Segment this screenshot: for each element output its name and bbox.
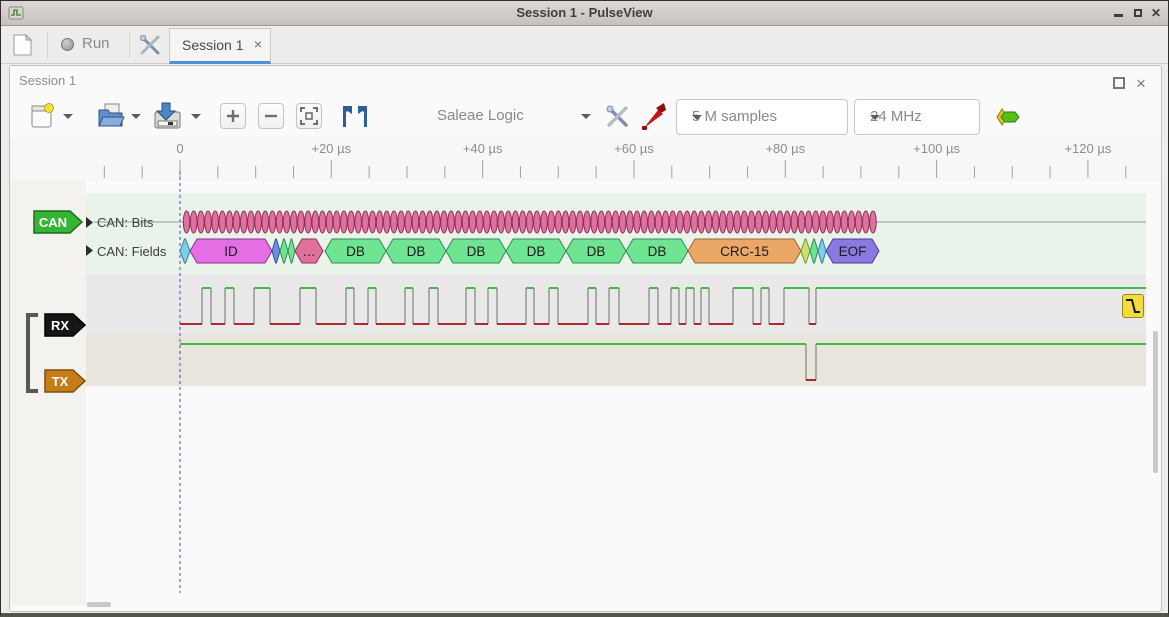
device-select[interactable]: Saleae Logic: [437, 107, 524, 124]
save-dropdown-caret[interactable]: [191, 114, 201, 119]
maximize-button[interactable]: [1129, 4, 1147, 22]
close-button[interactable]: ✕: [1147, 4, 1165, 22]
open-file-icon[interactable]: [97, 102, 125, 129]
zoom-out-button[interactable]: [258, 103, 284, 129]
vertical-scrollbar-thumb[interactable]: [1153, 331, 1158, 473]
show-cursors-icon[interactable]: [341, 104, 369, 128]
run-button[interactable]: Run: [82, 35, 110, 52]
tab-session-1[interactable]: Session 1 ×: [169, 28, 271, 64]
decoder-row-label-bits[interactable]: CAN: Bits: [97, 215, 153, 230]
sample-rate-combo[interactable]: 24 MHz: [854, 99, 980, 135]
decoder-trace-band: [86, 193, 1146, 274]
add-decoder-icon[interactable]: [995, 107, 1023, 127]
sample-rate-caret: [870, 115, 880, 120]
subwindow-close-button[interactable]: ×: [1136, 74, 1146, 94]
trigger-marker-falling-edge[interactable]: [1122, 294, 1144, 318]
pulseview-window: Session 1 - PulseView ✕ Run Session 1 × …: [0, 0, 1169, 617]
minimize-button[interactable]: [1109, 4, 1127, 22]
main-toolbar: Run Session 1 ×: [1, 26, 1168, 64]
zoom-fit-button[interactable]: [296, 103, 322, 129]
open-file-dropdown-caret[interactable]: [131, 114, 141, 119]
sample-count-combo[interactable]: 5 M samples: [676, 99, 848, 135]
device-group-bracket: [26, 313, 38, 393]
title-bar[interactable]: Session 1 - PulseView ✕: [1, 1, 1168, 26]
new-session-icon[interactable]: [13, 34, 32, 56]
save-icon[interactable]: [153, 101, 183, 130]
trace-header-margin: [10, 181, 86, 605]
settings-icon[interactable]: [139, 34, 161, 56]
subwindow-title: Session 1: [19, 73, 76, 88]
decoder-row-label-fields[interactable]: CAN: Fields: [97, 244, 166, 259]
new-file-icon[interactable]: [31, 103, 54, 129]
zoom-in-button[interactable]: [220, 103, 246, 129]
ruler-area: [10, 138, 1161, 181]
horizontal-scrollbar-thumb[interactable]: [87, 602, 111, 607]
configure-device-icon[interactable]: [605, 104, 630, 129]
subwindow-restore-button[interactable]: [1113, 77, 1125, 89]
new-file-dropdown-caret[interactable]: [63, 114, 73, 119]
rx-trace-band: [86, 274, 1146, 334]
tx-trace-band: [86, 334, 1146, 386]
run-led-icon: [61, 38, 74, 51]
tab-close-icon[interactable]: ×: [254, 36, 262, 52]
sample-count-value: 5 M samples: [692, 108, 777, 125]
device-dropdown-caret[interactable]: [581, 114, 591, 119]
channels-probe-icon[interactable]: [641, 101, 667, 131]
sample-count-caret: [692, 115, 702, 120]
tab-label: Session 1: [182, 37, 243, 53]
window-title: Session 1 - PulseView: [1, 5, 1168, 20]
